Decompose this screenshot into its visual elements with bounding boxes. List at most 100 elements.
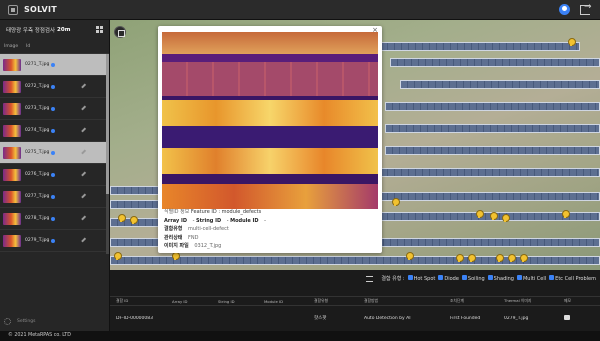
header-defect-method: 결함방법 (364, 298, 378, 303)
image-list-item[interactable]: 0271_T.jpg (0, 54, 108, 76)
sidebar: 태양광 우측 정점검사 20m Image Id 0271_T.jpg 0272… (0, 20, 110, 331)
image-list-item[interactable]: 0276_T.jpg (0, 164, 108, 186)
thermal-thumbnail (3, 168, 21, 181)
defect-marker-icon[interactable] (496, 254, 504, 262)
defect-marker-icon[interactable] (118, 214, 126, 222)
defect-marker-icon[interactable] (502, 214, 510, 222)
cell-defect-id: DF-ID-00000083 (116, 315, 153, 321)
image-list-item[interactable]: 0278_T.jpg (0, 208, 108, 230)
thermal-thumbnail (3, 58, 21, 71)
checkbox-icon (487, 275, 493, 280)
checkbox-icon (407, 275, 413, 280)
cell-defect-type: 핫스팟 (314, 316, 327, 321)
ids-line: Array ID - String ID - Module ID - (164, 217, 266, 226)
solar-panel-row (380, 42, 580, 51)
verified-badge-icon (51, 172, 56, 177)
cell-defect-method: Auto Detection by AI (364, 315, 411, 321)
thermal-thumbnail (3, 124, 21, 137)
project-altitude: 20m (57, 27, 71, 33)
solar-panel-row (380, 192, 600, 201)
image-file-line: 이미지 파일 0312_T.jpg (164, 242, 266, 251)
status-label: 관리상태 (164, 234, 183, 241)
defect-marker-icon[interactable] (114, 252, 122, 260)
checkbox-icon (438, 275, 444, 280)
filter-etc-cell-problem[interactable]: Etc Cell Problem (549, 275, 596, 282)
defect-type-label: 결함유형 (164, 226, 183, 232)
feature-id-label: 식별ID 정보 (164, 209, 190, 215)
status-line: 관리상태 FND (164, 234, 266, 243)
edit-icon[interactable] (81, 237, 86, 243)
gear-icon (4, 318, 11, 325)
module-id-label: Module ID (230, 217, 259, 224)
edit-icon[interactable] (81, 171, 86, 177)
header-string-id: String ID (218, 298, 235, 304)
image-list-item[interactable]: 0274_T.jpg (0, 120, 108, 142)
defect-marker-icon[interactable] (568, 38, 576, 46)
verified-badge-icon (51, 238, 56, 243)
thermal-thumbnail (3, 190, 21, 203)
filter-hot-spot[interactable]: Hot Spot (407, 275, 435, 282)
logo-icon (8, 4, 18, 15)
image-list-scrollbar[interactable] (106, 54, 109, 254)
module-id-value: - (264, 217, 266, 224)
image-filename: 0272_T.jpg (25, 84, 50, 89)
image-filename: 0279_T.jpg (25, 238, 50, 243)
edit-icon[interactable] (81, 105, 86, 111)
image-filename: 0276_T.jpg (25, 172, 50, 177)
image-list-item[interactable]: 0279_T.jpg (0, 230, 108, 252)
cell-action-stage: First Founded (450, 315, 481, 321)
checkbox-icon (549, 275, 555, 280)
filter-soiling[interactable]: Soiling (461, 275, 485, 282)
image-filename: 0273_T.jpg (25, 106, 50, 111)
filter-shading[interactable]: Shading (487, 275, 514, 282)
footer-copyright: © 2021 MetaRPAS co. LTD (0, 331, 600, 341)
edit-icon[interactable] (81, 127, 86, 133)
table-row[interactable]: DF-ID-00000083 핫스팟 Auto Detection by AI … (110, 313, 600, 323)
defect-marker-icon[interactable] (456, 254, 464, 262)
thermal-thumbnail (3, 146, 21, 159)
project-title-text: 태양광 우측 정점검사 (6, 28, 56, 34)
defect-marker-icon[interactable] (476, 210, 484, 218)
defect-marker-icon[interactable] (130, 216, 138, 224)
project-title: 태양광 우측 정점검사 20m (0, 20, 109, 40)
cell-memo[interactable] (564, 314, 594, 322)
solar-panel-row (385, 102, 600, 111)
user-icon[interactable] (559, 4, 570, 15)
comment-icon[interactable] (564, 314, 570, 320)
defect-type-filters: 결함 유형 : Hot Spot Diode Soiling Shading M… (366, 275, 596, 282)
verified-badge-icon (51, 62, 56, 67)
settings-link[interactable]: Settings (4, 318, 35, 325)
header-defect-id: 결함 ID (116, 298, 129, 303)
defect-type-line: 결함유형 multi-cell-defect (164, 225, 266, 234)
image-list-item[interactable]: 0277_T.jpg (0, 186, 108, 208)
filter-diode[interactable]: Diode (438, 275, 459, 282)
column-image: Image (4, 44, 19, 49)
defect-marker-icon[interactable] (392, 198, 400, 206)
header-action-stage: 조치단계 (450, 298, 464, 303)
defect-marker-icon[interactable] (508, 254, 516, 262)
defect-marker-icon[interactable] (172, 252, 180, 260)
verified-badge-icon (51, 128, 56, 133)
thermal-image (162, 32, 378, 209)
grid-view-icon[interactable] (96, 26, 103, 33)
layers-icon[interactable] (114, 26, 126, 38)
verified-badge-icon (51, 106, 56, 111)
image-list-header: Image Id (0, 40, 109, 54)
image-filename: 0277_T.jpg (25, 194, 50, 199)
filter-multi-cell[interactable]: Multi Cell (516, 275, 546, 282)
edit-icon[interactable] (81, 149, 86, 155)
edit-icon[interactable] (81, 193, 86, 199)
edit-icon[interactable] (81, 215, 86, 221)
defect-marker-icon[interactable] (406, 252, 414, 260)
image-list-item[interactable]: 0275_T.jpg (0, 142, 108, 164)
image-list-item[interactable]: 0272_T.jpg (0, 76, 108, 98)
logout-icon[interactable] (580, 2, 592, 15)
edit-icon[interactable] (81, 83, 86, 89)
checkbox-icon (516, 275, 522, 280)
defect-marker-icon[interactable] (562, 210, 570, 218)
list-icon[interactable] (366, 275, 374, 282)
defect-marker-icon[interactable] (468, 254, 476, 262)
image-list-item[interactable]: 0273_T.jpg (0, 98, 108, 120)
defect-marker-icon[interactable] (520, 254, 528, 262)
defect-marker-icon[interactable] (490, 212, 498, 220)
